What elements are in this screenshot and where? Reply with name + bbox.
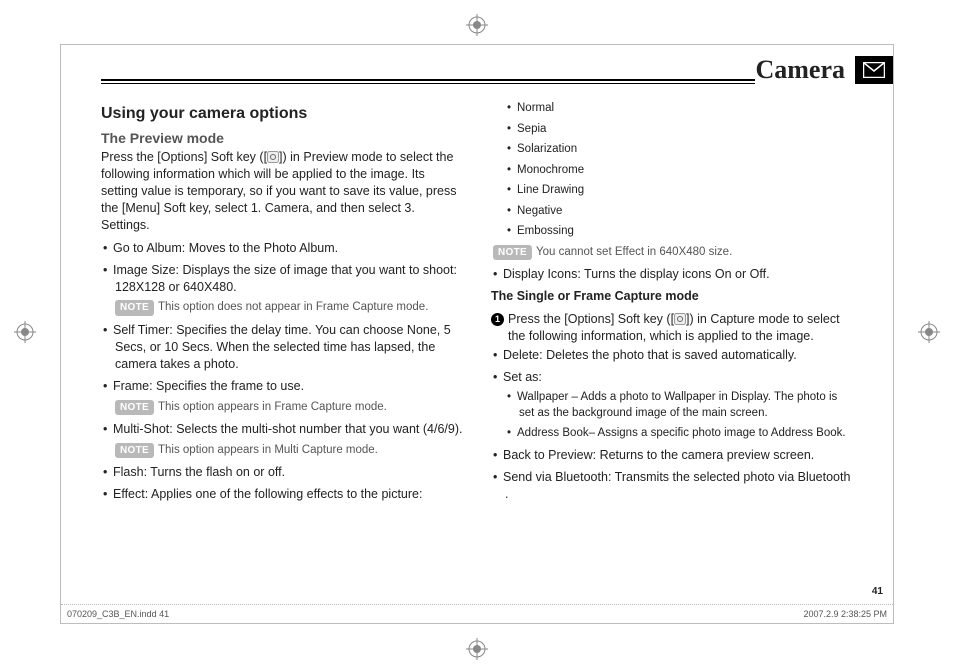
softkey-icon [267,151,279,163]
subsection-heading: The Single or Frame Capture mode [491,288,853,305]
intro-paragraph: Press the [Options] Soft key ([]) in Pre… [101,149,463,233]
list-item: Display Icons: Turns the display icons O… [505,266,853,283]
list-item: Normal [519,101,853,117]
print-footer: 070209_C3B_EN.indd 41 2007.2.9 2:38:25 P… [61,604,893,623]
page-number: 41 [872,586,883,597]
note-badge: NOTE [493,245,532,261]
list-item: Line Drawing [519,183,853,199]
footer-timestamp: 2007.2.9 2:38:25 PM [803,609,887,619]
list-item: Delete: Deletes the photo that is saved … [505,347,853,364]
header-rule [101,79,853,84]
list-item: Self Timer: Specifies the delay time. Yo… [115,322,463,373]
list-item: Effect: Applies one of the following eff… [115,486,463,503]
envelope-icon [855,56,893,84]
note-badge: NOTE [115,400,154,416]
registration-mark-icon [14,321,36,343]
softkey-icon [674,313,686,325]
registration-mark-icon [918,321,940,343]
page-title: Camera [755,55,845,85]
registration-mark-icon [466,638,488,660]
numbered-step: 1 Press the [Options] Soft key ([]) in C… [491,311,853,345]
list-item: Wallpaper – Adds a photo to Wallpaper in… [519,390,853,421]
list-item: Flash: Turns the flash on or off. [115,464,463,481]
step-number-icon: 1 [491,313,504,326]
list-item: Frame: Specifies the frame to use. [115,378,463,395]
note-badge: NOTE [115,443,154,459]
list-item: Send via Bluetooth: Transmits the select… [505,469,853,503]
page-header: Camera [101,55,853,91]
list-item: Solarization [519,142,853,158]
list-item: Back to Preview: Returns to the camera p… [505,447,853,464]
subsection-heading: The Preview mode [101,129,463,148]
list-item: Embossing [519,224,853,240]
section-heading: Using your camera options [101,103,463,125]
registration-mark-icon [466,14,488,36]
note-line: NOTEThis option appears in Multi Capture… [115,443,463,459]
note-line: NOTEThis option appears in Frame Capture… [115,400,463,416]
list-item: Multi-Shot: Selects the multi-shot numbe… [115,421,463,438]
list-item: Sepia [519,122,853,138]
list-item: Set as: [505,369,853,386]
note-line: NOTEYou cannot set Effect in 640X480 siz… [493,245,853,261]
list-item: Address Book– Assigns a specific photo i… [519,426,853,442]
list-item: Go to Album: Moves to the Photo Album. [115,240,463,257]
list-item: Image Size: Displays the size of image t… [115,262,463,296]
note-line: NOTEThis option does not appear in Frame… [115,300,463,316]
column-right: Normal Sepia Solarization Monochrome Lin… [491,99,853,508]
note-badge: NOTE [115,300,154,316]
footer-filename: 070209_C3B_EN.indd 41 [67,609,169,619]
page-frame: Camera Using your camera options The Pre… [60,44,894,624]
list-item: Monochrome [519,163,853,179]
list-item: Negative [519,204,853,220]
column-left: Using your camera options The Preview mo… [101,99,463,508]
